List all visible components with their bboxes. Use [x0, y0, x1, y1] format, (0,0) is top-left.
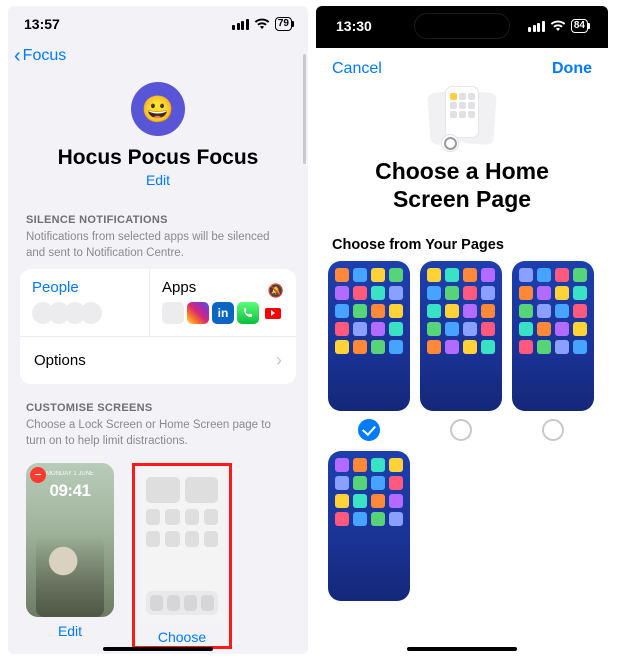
sheet-title: Choose a Home Screen Page	[336, 158, 588, 213]
page-thumbnail	[328, 261, 410, 411]
back-label: Focus	[23, 47, 67, 65]
status-bar: 13:57 79	[8, 6, 308, 42]
pages-grid	[316, 261, 608, 601]
apps-cell[interactable]: Apps 🔕 in	[149, 269, 296, 336]
chevron-right-icon: ›	[276, 350, 282, 371]
pages-illustration-icon	[419, 86, 505, 150]
choose-page-screen: 13:30 84 Cancel Done	[316, 6, 608, 654]
youtube-icon	[262, 302, 284, 324]
customise-description: Choose a Lock Screen or Home Screen page…	[8, 416, 308, 457]
page-option[interactable]	[328, 261, 410, 441]
silence-description: Notifications from selected apps will be…	[8, 228, 308, 269]
wifi-icon	[550, 20, 566, 32]
lock-edit-button[interactable]: Edit	[26, 623, 114, 639]
cellular-icon	[232, 19, 249, 30]
sheet-hero: Choose a Home Screen Page	[316, 82, 608, 227]
page-thumbnail	[420, 261, 502, 411]
status-time: 13:30	[336, 18, 372, 34]
page-check[interactable]	[450, 419, 472, 441]
chevron-left-icon: ‹	[14, 46, 21, 66]
cellular-icon	[528, 21, 545, 32]
page-thumbnail	[328, 451, 410, 601]
home-choose-button[interactable]: Choose	[138, 629, 226, 645]
focus-title: Hocus Pocus Focus	[8, 146, 308, 170]
pages-subheader: Choose from Your Pages	[316, 227, 608, 261]
page-option[interactable]	[512, 261, 594, 441]
apps-label: Apps	[162, 279, 196, 296]
battery-icon: 84	[571, 19, 588, 33]
notch-area: 13:30 84	[316, 6, 608, 48]
home-indicator[interactable]	[103, 647, 213, 651]
page-thumbnail	[512, 261, 594, 411]
phone-icon	[237, 302, 259, 324]
wifi-icon	[254, 18, 270, 30]
focus-edit-button[interactable]: Edit	[8, 172, 308, 188]
focus-mode-icon: 😀	[131, 82, 185, 136]
home-screen-preview[interactable]	[138, 469, 226, 623]
done-button[interactable]: Done	[552, 60, 592, 78]
focus-badge-icon	[441, 134, 459, 152]
focus-settings-screen: 13:57 79 ‹ Focus 😀 Hocus Pocus Focus Edi…	[8, 6, 308, 654]
more-apps-icon	[162, 302, 184, 324]
instagram-icon	[187, 302, 209, 324]
silence-card: People Apps 🔕 in	[20, 269, 296, 384]
people-label: People	[32, 279, 137, 296]
battery-icon: 79	[275, 17, 292, 31]
silenced-app-icons: in	[162, 302, 284, 324]
options-label: Options	[34, 352, 86, 369]
page-check[interactable]	[542, 419, 564, 441]
page-option[interactable]	[420, 261, 502, 441]
people-avatars	[32, 302, 137, 324]
bell-slash-icon: 🔕	[268, 283, 284, 299]
scrollbar[interactable]	[303, 54, 306, 164]
people-cell[interactable]: People	[20, 269, 149, 336]
back-button[interactable]: ‹ Focus	[8, 42, 308, 76]
linkedin-icon: in	[212, 302, 234, 324]
silence-header: SILENCE NOTIFICATIONS	[8, 196, 308, 228]
page-option[interactable]	[328, 451, 410, 601]
status-time: 13:57	[24, 16, 60, 32]
customise-header: CUSTOMISE SCREENS	[8, 384, 308, 416]
lock-time: 09:41	[26, 481, 114, 501]
lock-screen-column: − MONDAY 1 JUNE 09:41 Edit	[26, 463, 114, 649]
lock-screen-preview[interactable]: − MONDAY 1 JUNE 09:41	[26, 463, 114, 617]
home-screen-column-highlighted: Choose	[132, 463, 232, 649]
options-row[interactable]: Options ›	[20, 336, 296, 384]
page-check-selected[interactable]	[358, 419, 380, 441]
home-indicator[interactable]	[407, 647, 517, 651]
dynamic-island	[415, 14, 509, 38]
cancel-button[interactable]: Cancel	[332, 60, 382, 78]
